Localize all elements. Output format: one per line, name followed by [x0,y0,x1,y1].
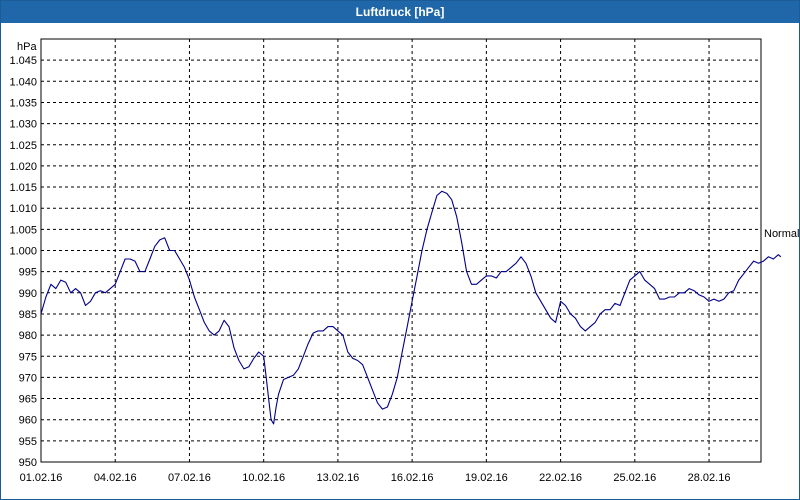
y-tick-label: 955 [19,436,37,448]
y-tick-label: 1.005 [9,224,37,236]
y-tick-label: 1.015 [9,182,37,194]
y-tick-label: 980 [19,330,37,342]
y-tick-label: 990 [19,288,37,300]
pressure-chart: 950 955 960 965 970 975 980 985 990 995 1.000 1.005… [9,38,799,484]
y-tick-label: 1.030 [9,119,37,131]
y-tick-label: 1.000 [9,246,37,258]
y-tick-label: 960 [19,415,37,427]
y-tick-label: 995 [19,267,37,279]
x-tick-label: 28.02.16 [688,472,731,484]
y-tick-label: 1.025 [9,140,37,152]
x-tick-label: 19.02.16 [465,472,508,484]
x-tick-label: 10.02.16 [242,472,285,484]
y-tick-label: 965 [19,394,37,406]
y-tick-label: 1.035 [9,97,37,109]
x-tick-label: 04.02.16 [94,472,137,484]
x-tick-label: 01.02.16 [20,472,63,484]
x-tick-label: 16.02.16 [391,472,434,484]
x-tick-label: 22.02.16 [539,472,582,484]
y-axis-ticks: 950 955 960 965 970 975 980 985 990 995 1.000 1.005… [9,55,37,469]
y-tick-label: 975 [19,351,37,363]
y-tick-label: 1.045 [9,55,37,67]
y-tick-label: 1.010 [9,203,37,215]
y-tick-label: 985 [19,309,37,321]
y-tick-label: 950 [19,457,37,469]
y-tick-label: 1.020 [9,161,37,173]
x-tick-label: 25.02.16 [613,472,656,484]
y-axis-unit-label: hPa [17,41,37,53]
y-tick-label: 1.040 [9,76,37,88]
normal-reference-label: Normal [764,228,799,240]
grid-lines [41,39,761,462]
x-tick-label: 07.02.16 [168,472,211,484]
x-axis-ticks: 01.02.16 04.02.16 07.02.16 10.02.16 13.02.16… [20,472,731,484]
y-tick-label: 970 [19,372,37,384]
x-tick-label: 13.02.16 [316,472,359,484]
